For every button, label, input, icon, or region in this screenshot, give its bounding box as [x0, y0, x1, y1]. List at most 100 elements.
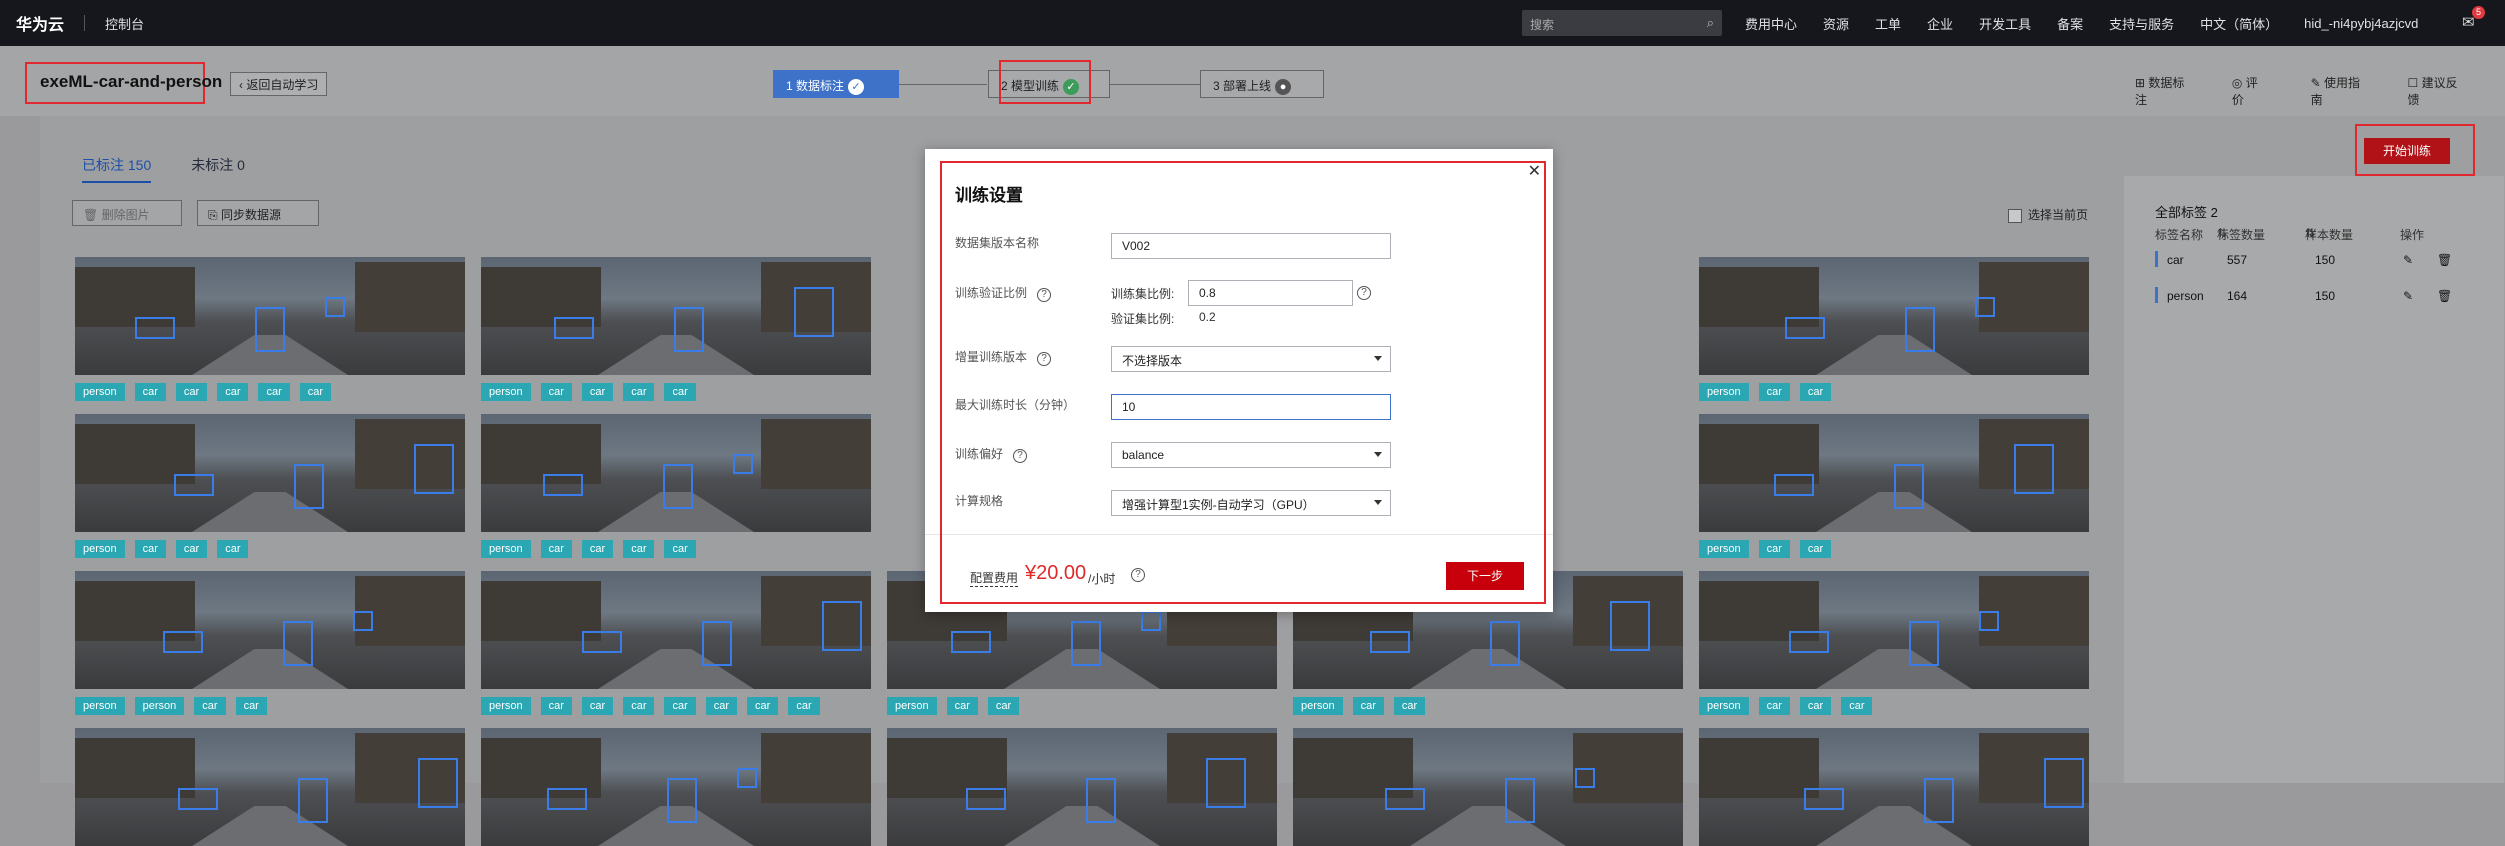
delete-images-button[interactable]: 🗑 删除图片	[72, 200, 182, 226]
street-image[interactable]	[75, 571, 465, 689]
image-card[interactable]	[1293, 728, 1683, 846]
image-bld2	[761, 419, 871, 489]
street-image[interactable]	[1699, 257, 2089, 375]
image-road	[1816, 649, 1972, 689]
sync-button[interactable]: ⎘ 同步数据源	[197, 200, 319, 226]
sample-count-value: 150	[2315, 253, 2336, 267]
image-road	[1410, 806, 1566, 846]
nav-enterprise[interactable]: 企业	[1927, 14, 1953, 33]
label-tag: car	[1799, 383, 1832, 401]
feedback-link[interactable]: ☐ 建议反馈	[2408, 74, 2477, 108]
highlight-box	[2355, 124, 2475, 176]
bounding-box	[418, 758, 458, 808]
bounding-box	[582, 631, 622, 653]
nav-language[interactable]: 中文（简体）	[2200, 14, 2278, 33]
street-image[interactable]	[1699, 728, 2089, 846]
bounding-box	[1979, 611, 1999, 631]
label-panel-title: 全部标签 2	[2155, 202, 2218, 221]
tab-unlabeled[interactable]: 未标注 0	[191, 155, 245, 183]
image-card[interactable]	[1699, 728, 2089, 846]
col-label-count[interactable]: 标签数量 ⇅	[2217, 226, 2265, 242]
bounding-box	[1975, 297, 1995, 317]
tab-labeled[interactable]: 已标注 150	[82, 155, 152, 183]
edit-icon[interactable]: ✎	[2403, 289, 2413, 303]
bounding-box	[733, 454, 753, 474]
nav-tickets[interactable]: 工单	[1875, 14, 1901, 33]
image-card[interactable]: person car car car car car car car	[481, 571, 871, 715]
bounding-box	[1575, 768, 1595, 788]
tag-list: person car car car car	[481, 383, 871, 401]
brand-logo[interactable]: 华为云	[16, 11, 64, 35]
image-card[interactable]: person car car car	[1699, 571, 2089, 715]
highlight-box	[999, 60, 1091, 104]
nav-resources[interactable]: 资源	[1823, 14, 1849, 33]
street-image[interactable]	[1699, 414, 2089, 532]
label-tag: car	[217, 540, 249, 558]
guide-link[interactable]: ✎ 使用指南	[2311, 74, 2380, 108]
col-sample-count[interactable]: 样本数量 ⇅	[2305, 226, 2353, 242]
label-tag: car	[1352, 697, 1384, 715]
image-card[interactable]: person car car car car	[481, 257, 871, 401]
street-image[interactable]	[481, 257, 871, 375]
back-button[interactable]: ‹ 返回自动学习	[230, 72, 328, 96]
edit-icon[interactable]: ✎	[2403, 253, 2413, 267]
bounding-box	[2014, 444, 2054, 494]
image-card[interactable]: person car car car car	[481, 414, 871, 558]
select-page-checkbox[interactable]: 选择当前页	[2008, 206, 2088, 223]
console-link[interactable]: 控制台	[105, 14, 144, 33]
bounding-box	[966, 788, 1006, 810]
street-image[interactable]	[75, 728, 465, 846]
search-icon[interactable]: ⌕	[1707, 15, 1714, 31]
image-card[interactable]: person car car car	[75, 414, 465, 558]
street-image[interactable]	[481, 571, 871, 689]
street-image[interactable]	[75, 414, 465, 532]
label-tag: car	[946, 697, 978, 715]
nav-billing[interactable]: 费用中心	[1745, 14, 1797, 33]
street-image[interactable]	[887, 728, 1277, 846]
label-tag: car	[581, 383, 614, 401]
nav-devtools[interactable]: 开发工具	[1979, 14, 2031, 33]
image-card[interactable]	[887, 728, 1277, 846]
label-tag: person	[887, 697, 937, 715]
image-card[interactable]: person car car	[1699, 414, 2089, 558]
image-card[interactable]: person car car	[1699, 257, 2089, 401]
label-tag: car	[217, 383, 249, 401]
image-card[interactable]: person person car car	[75, 571, 465, 715]
image-card[interactable]	[75, 728, 465, 846]
highlight-box	[940, 161, 1546, 604]
label-tag: car	[258, 383, 290, 401]
bounding-box	[255, 307, 285, 352]
street-image[interactable]	[1699, 571, 2089, 689]
label-tag: car	[540, 540, 572, 558]
step-annotate[interactable]: 1 数据标注 ✓	[773, 70, 899, 98]
label-tag: car	[623, 383, 655, 401]
annotate-link[interactable]: ⊞ 数据标注	[2135, 74, 2204, 108]
nav-support[interactable]: 支持与服务	[2109, 14, 2174, 33]
street-image[interactable]	[1293, 728, 1683, 846]
street-image[interactable]	[75, 257, 465, 375]
tag-list: person car car	[1699, 540, 2089, 558]
bounding-box	[667, 778, 697, 823]
tag-list: person car car	[887, 697, 1277, 715]
street-image[interactable]	[481, 414, 871, 532]
label-panel-title-text: 全部标签	[2155, 205, 2208, 220]
mail-badge: 5	[2472, 6, 2486, 19]
search-input[interactable]: 搜索 ⌕	[1522, 10, 1722, 36]
street-image[interactable]	[481, 728, 871, 846]
delete-icon[interactable]: 🗑	[2437, 253, 2452, 267]
label-color-bar	[2155, 251, 2158, 267]
evaluate-link[interactable]: ◎ 评价	[2232, 74, 2283, 108]
bounding-box	[547, 788, 587, 810]
nav-user[interactable]: hid_-ni4pybj4azjcvd	[2304, 16, 2418, 31]
image-card[interactable]: person car car car car car	[75, 257, 465, 401]
col-sample-count-text: 样本数量	[2305, 228, 2354, 242]
mail-icon[interactable]: ✉ 5	[2462, 6, 2486, 31]
delete-icon[interactable]: 🗑	[2437, 289, 2452, 303]
image-card[interactable]	[481, 728, 871, 846]
nav-icp[interactable]: 备案	[2057, 14, 2083, 33]
image-road	[192, 649, 348, 689]
step-deploy[interactable]: 3 部署上线 ●	[1200, 70, 1324, 98]
label-tag: car	[540, 383, 572, 401]
top-nav-bar: 华为云 控制台 搜索 ⌕ 费用中心 资源 工单 企业 开发工具 备案 支持与服务…	[0, 0, 2505, 46]
bounding-box	[1909, 621, 1939, 666]
